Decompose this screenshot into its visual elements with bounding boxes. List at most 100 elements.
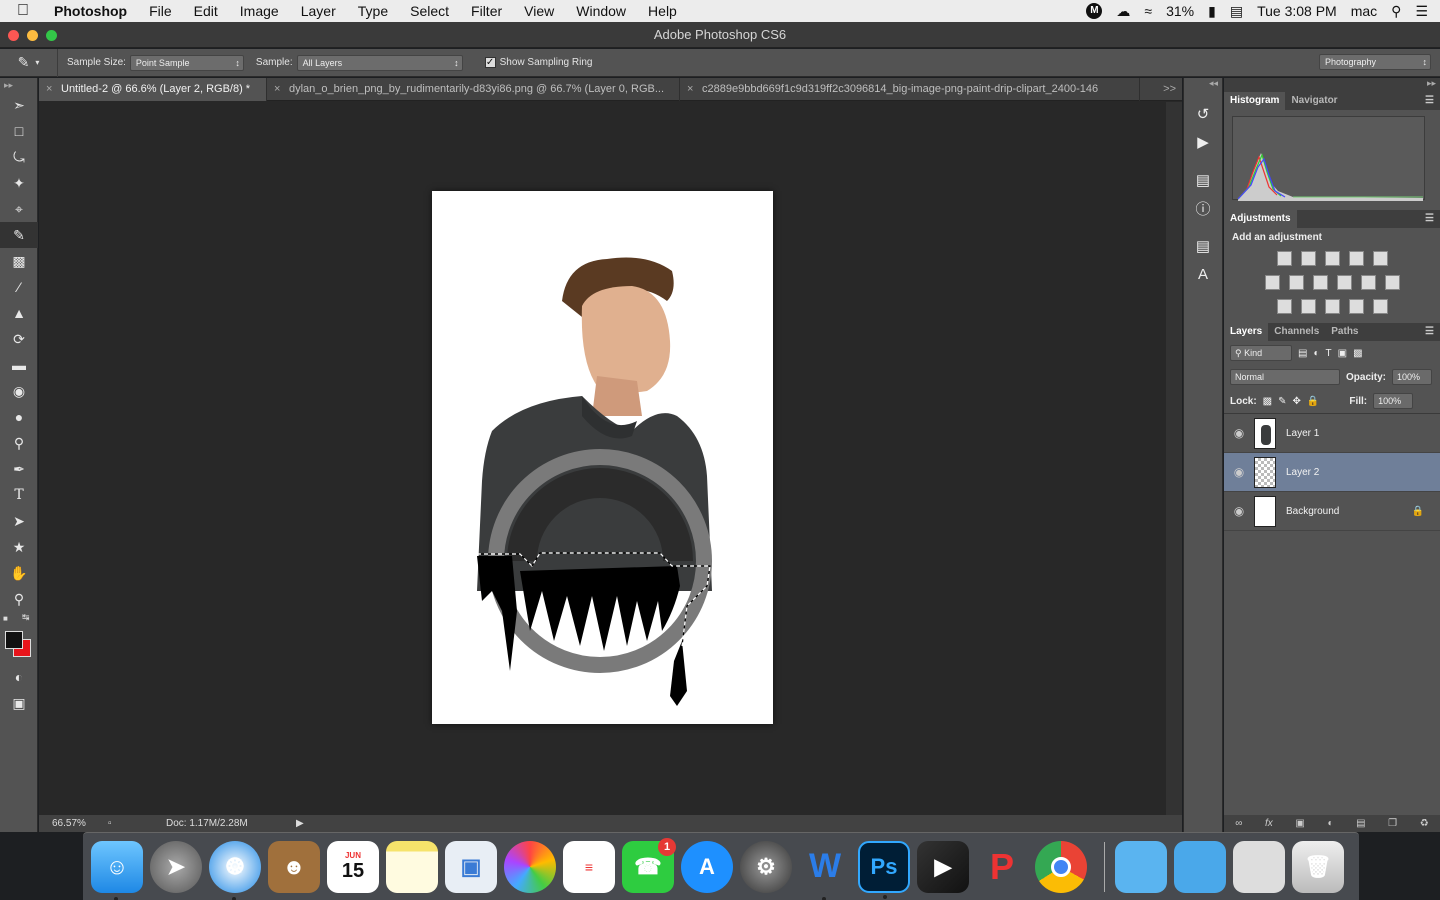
- quick-mask-icon[interactable]: ◐: [0, 664, 38, 690]
- default-colors-icon[interactable]: ■: [3, 614, 8, 623]
- magic-wand-tool-icon[interactable]: ✦: [0, 170, 38, 196]
- new-layer-icon[interactable]: ❐: [1388, 818, 1397, 829]
- menu-app-name[interactable]: Photoshop: [46, 0, 138, 22]
- levels-icon[interactable]: [1300, 251, 1316, 266]
- menu-image[interactable]: Image: [229, 0, 290, 22]
- notification-center-icon[interactable]: ☰: [1415, 3, 1428, 20]
- zoom-level[interactable]: 66.57%: [52, 815, 86, 832]
- layer-name[interactable]: Layer 1: [1286, 428, 1319, 439]
- close-tab-icon[interactable]: ×: [274, 78, 280, 101]
- new-group-icon[interactable]: ▤: [1356, 818, 1365, 829]
- tab-dylan-png[interactable]: × dylan_o_brien_png_by_rudimentarily-d83…: [267, 78, 680, 101]
- hue-saturation-icon[interactable]: [1264, 275, 1280, 290]
- add-mask-icon[interactable]: ▣: [1295, 818, 1304, 829]
- character-panel-icon[interactable]: A: [1184, 260, 1222, 288]
- tool-preset-picker[interactable]: ✎ ▾: [0, 48, 58, 77]
- image-stack-icon[interactable]: [1233, 840, 1285, 893]
- color-lookup-icon[interactable]: [1384, 275, 1400, 290]
- lock-all-icon[interactable]: 🔒: [1307, 396, 1319, 407]
- actions-panel-icon[interactable]: ▶: [1184, 128, 1222, 156]
- close-window-icon[interactable]: [8, 30, 19, 41]
- marquee-tool-icon[interactable]: □: [0, 118, 38, 144]
- history-brush-tool-icon[interactable]: ⟳: [0, 326, 38, 352]
- tab-layers[interactable]: Layers: [1224, 323, 1269, 341]
- vibrance-icon[interactable]: [1372, 251, 1388, 266]
- tab-adjustments[interactable]: Adjustments: [1224, 210, 1297, 228]
- lock-pixels-icon[interactable]: ✎: [1278, 396, 1286, 407]
- status-info-icon[interactable]: ▫: [108, 815, 112, 832]
- tab-histogram[interactable]: Histogram: [1224, 92, 1286, 110]
- hand-tool-icon[interactable]: ✋: [0, 560, 38, 586]
- apple-menu-icon[interactable]: : [0, 2, 46, 20]
- path-selection-tool-icon[interactable]: ➤: [0, 508, 38, 534]
- sample-size-select[interactable]: Point Sample: [129, 54, 244, 71]
- filter-shape-icon[interactable]: ▣: [1338, 348, 1347, 359]
- black-white-icon[interactable]: [1312, 275, 1328, 290]
- canvas-viewport[interactable]: [39, 102, 1166, 815]
- crop-tool-icon[interactable]: ⌖: [0, 196, 38, 222]
- word-icon[interactable]: W: [799, 841, 851, 900]
- threshold-icon[interactable]: [1324, 299, 1340, 314]
- m-status-icon[interactable]: M: [1086, 3, 1103, 19]
- preview-icon[interactable]: ▣: [445, 840, 497, 893]
- vertical-scrollbar[interactable]: [1166, 102, 1182, 815]
- dodge-tool-icon[interactable]: ⚲: [0, 430, 38, 456]
- fill-input[interactable]: 100%: [1373, 393, 1414, 409]
- channel-mixer-icon[interactable]: [1360, 275, 1376, 290]
- shape-tool-icon[interactable]: ★: [0, 534, 38, 560]
- brightness-contrast-icon[interactable]: [1276, 251, 1292, 266]
- downloads-folder-icon[interactable]: [1174, 840, 1226, 893]
- selective-color-icon[interactable]: [1348, 299, 1364, 314]
- menu-filter[interactable]: Filter: [460, 0, 513, 22]
- posterize-icon[interactable]: [1300, 299, 1316, 314]
- menu-help[interactable]: Help: [637, 0, 688, 22]
- brush-tool-icon[interactable]: ⁄: [0, 274, 38, 300]
- eyedropper-tool-icon[interactable]: ✎: [0, 222, 38, 248]
- clone-stamp-tool-icon[interactable]: ▲: [0, 300, 38, 326]
- tab-paint-drip[interactable]: × c2889e9bbd669f1c9d319ff2c3096814_big-i…: [680, 78, 1140, 101]
- document-canvas[interactable]: [432, 191, 773, 724]
- menu-type[interactable]: Type: [347, 0, 399, 22]
- reminders-icon[interactable]: ≡: [563, 840, 615, 893]
- menu-file[interactable]: File: [138, 0, 183, 22]
- visibility-eye-icon[interactable]: ◉: [1224, 465, 1254, 479]
- move-tool-icon[interactable]: ➣: [0, 92, 38, 118]
- panel-menu-icon[interactable]: ☰: [1425, 92, 1440, 110]
- creative-cloud-icon[interactable]: ☁: [1116, 3, 1130, 20]
- lasso-tool-icon[interactable]: ⤿: [0, 144, 38, 170]
- photo-filter-icon[interactable]: [1336, 275, 1352, 290]
- photos-icon[interactable]: [504, 840, 556, 893]
- tab-channels[interactable]: Channels: [1268, 323, 1325, 341]
- contacts-icon[interactable]: ☻: [268, 840, 320, 893]
- exposure-icon[interactable]: [1348, 251, 1364, 266]
- filter-smart-object-icon[interactable]: ▩: [1353, 348, 1362, 359]
- app-store-icon[interactable]: A: [681, 840, 733, 893]
- filter-pixel-icon[interactable]: ▤: [1298, 348, 1307, 359]
- properties-panel-icon[interactable]: ▤: [1184, 166, 1222, 194]
- type-tool-icon[interactable]: T: [0, 482, 38, 508]
- panel-menu-icon[interactable]: ☰: [1425, 323, 1440, 341]
- battery-percent[interactable]: 31%: [1166, 3, 1194, 19]
- menu-select[interactable]: Select: [399, 0, 460, 22]
- finder-icon[interactable]: ☺: [91, 840, 143, 900]
- dock-collapse-icon[interactable]: ◂◂: [1184, 78, 1222, 92]
- zoom-window-icon[interactable]: [46, 30, 57, 41]
- close-tab-icon[interactable]: ×: [46, 78, 52, 101]
- color-balance-icon[interactable]: [1288, 275, 1304, 290]
- link-layers-icon[interactable]: ∞: [1235, 818, 1242, 829]
- layer-row[interactable]: ◉ Layer 1: [1224, 414, 1440, 453]
- history-panel-icon[interactable]: ↺: [1184, 100, 1222, 128]
- foreground-color-swatch[interactable]: [5, 631, 23, 649]
- photoshop-icon[interactable]: Ps: [858, 840, 910, 899]
- delete-layer-icon[interactable]: ♻: [1420, 818, 1429, 829]
- final-cut-icon[interactable]: ▶: [917, 840, 969, 893]
- tab-paths[interactable]: Paths: [1325, 323, 1364, 341]
- folder-icon[interactable]: [1115, 840, 1167, 893]
- eraser-tool-icon[interactable]: ▬: [0, 352, 38, 378]
- minimize-window-icon[interactable]: [27, 30, 38, 41]
- safari-icon[interactable]: ❂: [209, 840, 261, 900]
- battery-icon[interactable]: ▮: [1208, 3, 1216, 20]
- menu-extra-icon[interactable]: ▤: [1230, 3, 1243, 20]
- lock-position-icon[interactable]: ✥: [1293, 396, 1301, 407]
- lock-transparent-icon[interactable]: ▩: [1263, 396, 1272, 407]
